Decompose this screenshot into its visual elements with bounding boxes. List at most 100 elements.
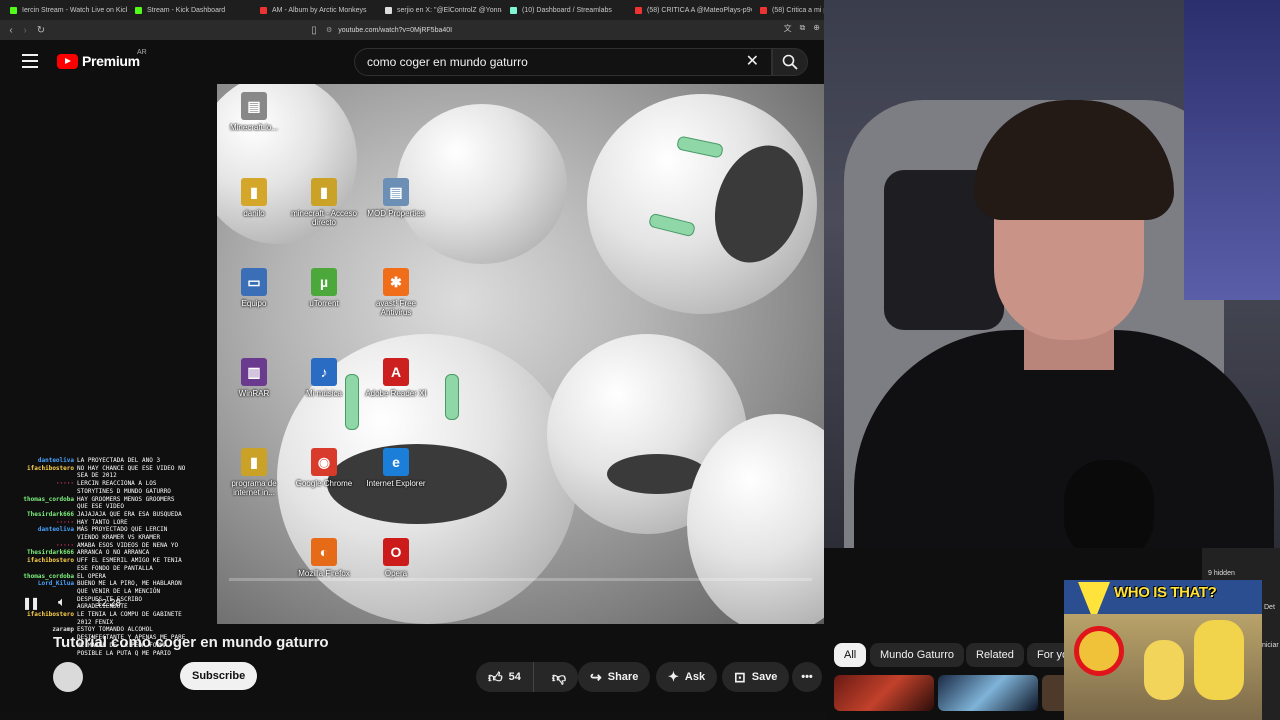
desktop-icon-label: WinRAR bbox=[238, 389, 270, 398]
chat-username[interactable]: ifachibostero bbox=[8, 465, 74, 480]
desktop-icon[interactable]: ◐ Mozilla Firefox bbox=[291, 538, 357, 578]
highlight-circle-icon bbox=[1074, 626, 1124, 676]
chat-username[interactable]: ····· bbox=[8, 542, 74, 550]
chat-text: amaba esos videos de nena yo bbox=[77, 541, 179, 549]
desktop-icon-label: uTorrent bbox=[309, 299, 339, 308]
subscribe-button[interactable]: Subscribe bbox=[180, 662, 258, 690]
search-button[interactable] bbox=[772, 48, 808, 76]
chat-text: JAJAJAJA QUE ERA ESA BUSQUEDA bbox=[77, 510, 182, 518]
desktop-icon[interactable]: ▮ danilo bbox=[221, 178, 287, 218]
video-progress-bar[interactable] bbox=[229, 578, 812, 581]
desktop-app-icon: ♪ bbox=[311, 358, 337, 386]
desktop-icon[interactable]: ▤ Minecraft.lo... bbox=[221, 92, 287, 132]
chat-message: ifachibostero UFF EL ESMERIL amigo ke ten… bbox=[8, 557, 188, 572]
browser-tab[interactable]: (58) Critica a mi papá (Loqu bbox=[754, 1, 826, 19]
screen: Iercin Stream - Watch Live on Kick Stream… bbox=[0, 0, 1280, 720]
chat-username[interactable]: ifachibostero bbox=[8, 611, 74, 626]
dislike-button[interactable]: 👎︎ bbox=[540, 662, 578, 692]
desktop-icon[interactable]: ♪ Mi música bbox=[291, 358, 357, 398]
back-icon[interactable]: ‹ bbox=[4, 23, 18, 37]
microphone bbox=[1064, 460, 1154, 548]
like-count: 54 bbox=[508, 671, 521, 683]
tab-favicon-icon bbox=[260, 6, 267, 14]
browser-address-bar: ‹ › ↻ ▯ ⚙ youtube.com/watch?v=0MjRF5ba40… bbox=[0, 20, 826, 40]
chip-mundo-gaturro[interactable]: Mundo Gaturro bbox=[870, 643, 964, 667]
tab-favicon-icon bbox=[510, 6, 517, 14]
desktop-icon-label: Adobe Reader XI bbox=[365, 389, 427, 398]
desktop-icon[interactable]: ▮ programa de internet in... bbox=[221, 448, 287, 497]
chat-username[interactable]: ····· bbox=[8, 480, 74, 495]
country-code: AR bbox=[137, 49, 147, 56]
chat-username[interactable]: danteoliva bbox=[8, 457, 74, 465]
chat-username[interactable]: danteoliva bbox=[8, 526, 74, 541]
tab-favicon-icon bbox=[385, 6, 392, 14]
bookmark-save-icon: ⊡ bbox=[734, 668, 746, 685]
browser-tab[interactable]: (10) Dashboard / Streamlabs bbox=[504, 1, 627, 19]
desktop-icon[interactable]: A Adobe Reader XI bbox=[363, 358, 429, 398]
share-button[interactable]: ↪ Share bbox=[578, 662, 651, 692]
save-button[interactable]: ⊡ Save bbox=[722, 662, 790, 692]
chat-username[interactable]: ifachibostero bbox=[8, 557, 74, 572]
bookmark-icon[interactable]: ▯ bbox=[307, 23, 321, 37]
video-player[interactable]: ▤ Minecraft.lo... ▮ danilo ▮ minecraft - Acce… bbox=[217, 84, 824, 624]
chat-message: ····· LERCIN REACCIONA A LOS STORYTINES D… bbox=[8, 480, 188, 495]
desktop-app-icon: ▮ bbox=[311, 178, 337, 206]
chat-username[interactable]: ····· bbox=[8, 519, 74, 527]
recommendation-thumbnail[interactable] bbox=[834, 675, 934, 711]
chat-message: Thesirdark666 JAJAJAJA QUE ERA ESA BUSQUE… bbox=[8, 511, 188, 519]
panel-label-iniciar[interactable]: Iniciar bbox=[1260, 642, 1279, 649]
desktop-app-icon: O bbox=[383, 538, 409, 566]
desktop-icon-label: Google Chrome bbox=[295, 479, 353, 488]
tab-label: (58) Critica a mi papá (Loqu bbox=[772, 6, 826, 14]
translate-icon[interactable]: 文 bbox=[784, 23, 792, 34]
browser-tab[interactable]: AM - Album by Arctic Monkeys bbox=[254, 1, 377, 19]
chat-message: Lord_Kilua bueno me la piro, me hablaron … bbox=[8, 580, 188, 611]
clear-search-icon[interactable]: ✕ bbox=[746, 54, 759, 70]
thumbs-down-icon: 👎︎ bbox=[551, 668, 567, 685]
browser-tab[interactable]: Iercin Stream - Watch Live on Kick bbox=[4, 1, 127, 19]
desktop-icon[interactable]: ▥ WinRAR bbox=[221, 358, 287, 398]
forward-icon[interactable]: › bbox=[18, 23, 32, 37]
chat-username[interactable]: thomas_cordoba bbox=[8, 573, 74, 581]
desktop-icon[interactable]: ▭ Equipo bbox=[221, 268, 287, 308]
ask-button[interactable]: ✦ Ask bbox=[656, 662, 718, 692]
more-actions-button[interactable]: ••• bbox=[792, 662, 822, 692]
chip-related[interactable]: Related bbox=[966, 643, 1024, 667]
panel-label-det[interactable]: Det bbox=[1264, 604, 1275, 611]
chat-username[interactable]: Lord_Kilua bbox=[8, 580, 74, 611]
desktop-icon[interactable]: e Internet Explorer bbox=[363, 448, 429, 488]
zoom-icon[interactable]: ⊕ bbox=[813, 23, 820, 34]
hamburger-menu-icon[interactable] bbox=[22, 54, 38, 68]
copy-link-icon[interactable]: ⧉ bbox=[800, 23, 806, 34]
tab-label: AM - Album by Arctic Monkeys bbox=[272, 6, 367, 14]
desktop-icon[interactable]: µ uTorrent bbox=[291, 268, 357, 308]
desktop-icon[interactable]: ▤ MOD Properties bbox=[363, 178, 429, 218]
url-field[interactable]: ⚙ youtube.com/watch?v=0MjRF5ba40I bbox=[326, 23, 822, 37]
more-icon: ••• bbox=[801, 671, 813, 683]
browser-tab[interactable]: Stream - Kick Dashboard bbox=[129, 1, 252, 19]
search-input[interactable] bbox=[355, 49, 725, 75]
chat-username[interactable]: Thesirdark666 bbox=[8, 511, 74, 519]
tab-label: (10) Dashboard / Streamlabs bbox=[522, 6, 612, 14]
desktop-icon[interactable]: O Opera bbox=[363, 538, 429, 578]
desktop-icon-label: avast! Free Antivirus bbox=[375, 299, 416, 317]
like-button[interactable]: 👍︎ 54 bbox=[476, 662, 534, 692]
recommendation-thumbnail[interactable] bbox=[938, 675, 1038, 711]
browser-tab[interactable]: serjio en X: "@ElControlZ @Yonna" bbox=[379, 1, 502, 19]
desktop-icon-label: MOD Properties bbox=[367, 209, 425, 218]
youtube-premium-logo[interactable]: Premium bbox=[57, 53, 140, 69]
chat-username[interactable]: thomas_cordoba bbox=[8, 496, 74, 511]
desktop-icon[interactable]: ✱ avast! Free Antivirus bbox=[363, 268, 429, 317]
site-info-icon[interactable]: ⚙ bbox=[326, 26, 332, 34]
desktop-icon[interactable]: ◉ Google Chrome bbox=[291, 448, 357, 488]
desktop-icon[interactable]: ▮ minecraft - Acceso directo bbox=[291, 178, 357, 227]
chat-username[interactable]: Thesirdark666 bbox=[8, 549, 74, 557]
browser-tab[interactable]: (58) CRITICA A @MateoPlays-p9v bbox=[629, 1, 752, 19]
reload-icon[interactable]: ↻ bbox=[34, 23, 48, 37]
desktop-app-icon: e bbox=[383, 448, 409, 476]
channel-avatar[interactable] bbox=[53, 662, 83, 692]
chip-all[interactable]: All bbox=[834, 643, 867, 667]
chat-text: más proyectado que lercin viendo kramer … bbox=[77, 526, 168, 542]
chat-text: UFF EL ESMERIL amigo ke tenia ese fondo … bbox=[77, 557, 182, 572]
youtube-header: Premium AR ✕ bbox=[0, 40, 826, 84]
